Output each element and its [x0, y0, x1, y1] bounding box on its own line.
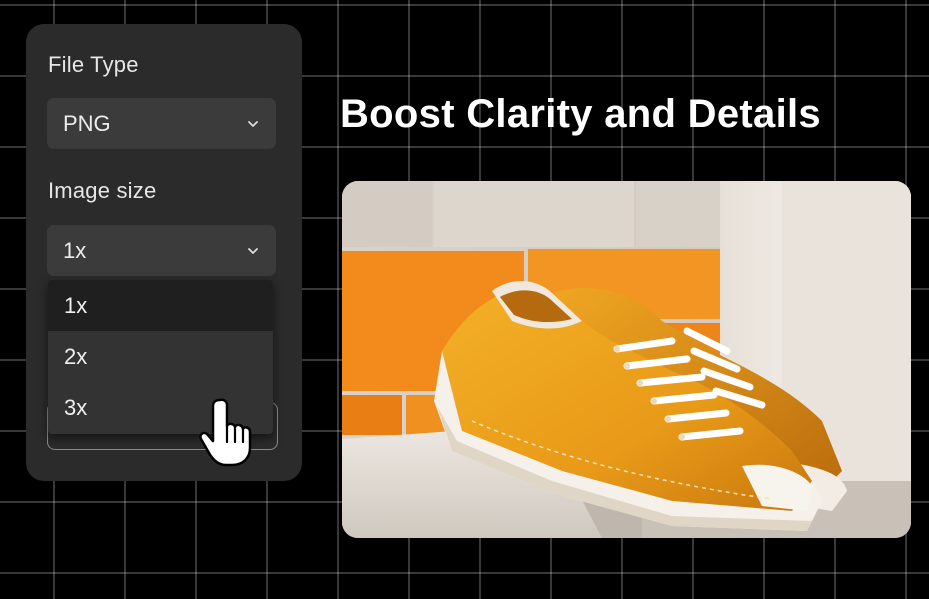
canvas: File Type PNG Image size 1x 1x 2x 3x Boo…	[0, 0, 929, 599]
file-type-label: File Type	[48, 52, 139, 77]
image-size-value: 1x	[63, 237, 87, 263]
dropdown-option-1x[interactable]: 1x	[48, 280, 273, 331]
headline: Boost Clarity and Details	[340, 92, 821, 136]
image-size-label: Image size	[48, 178, 157, 203]
file-type-select[interactable]: PNG	[47, 98, 276, 149]
chevron-down-icon	[248, 120, 258, 127]
dropdown-option-2x[interactable]: 2x	[48, 331, 273, 382]
sneaker-image	[342, 181, 911, 538]
hand-pointer-icon	[199, 398, 252, 467]
file-type-value: PNG	[63, 110, 111, 136]
sneaker-photo	[342, 181, 911, 538]
image-size-select[interactable]: 1x	[47, 225, 276, 276]
chevron-down-icon	[248, 247, 258, 254]
